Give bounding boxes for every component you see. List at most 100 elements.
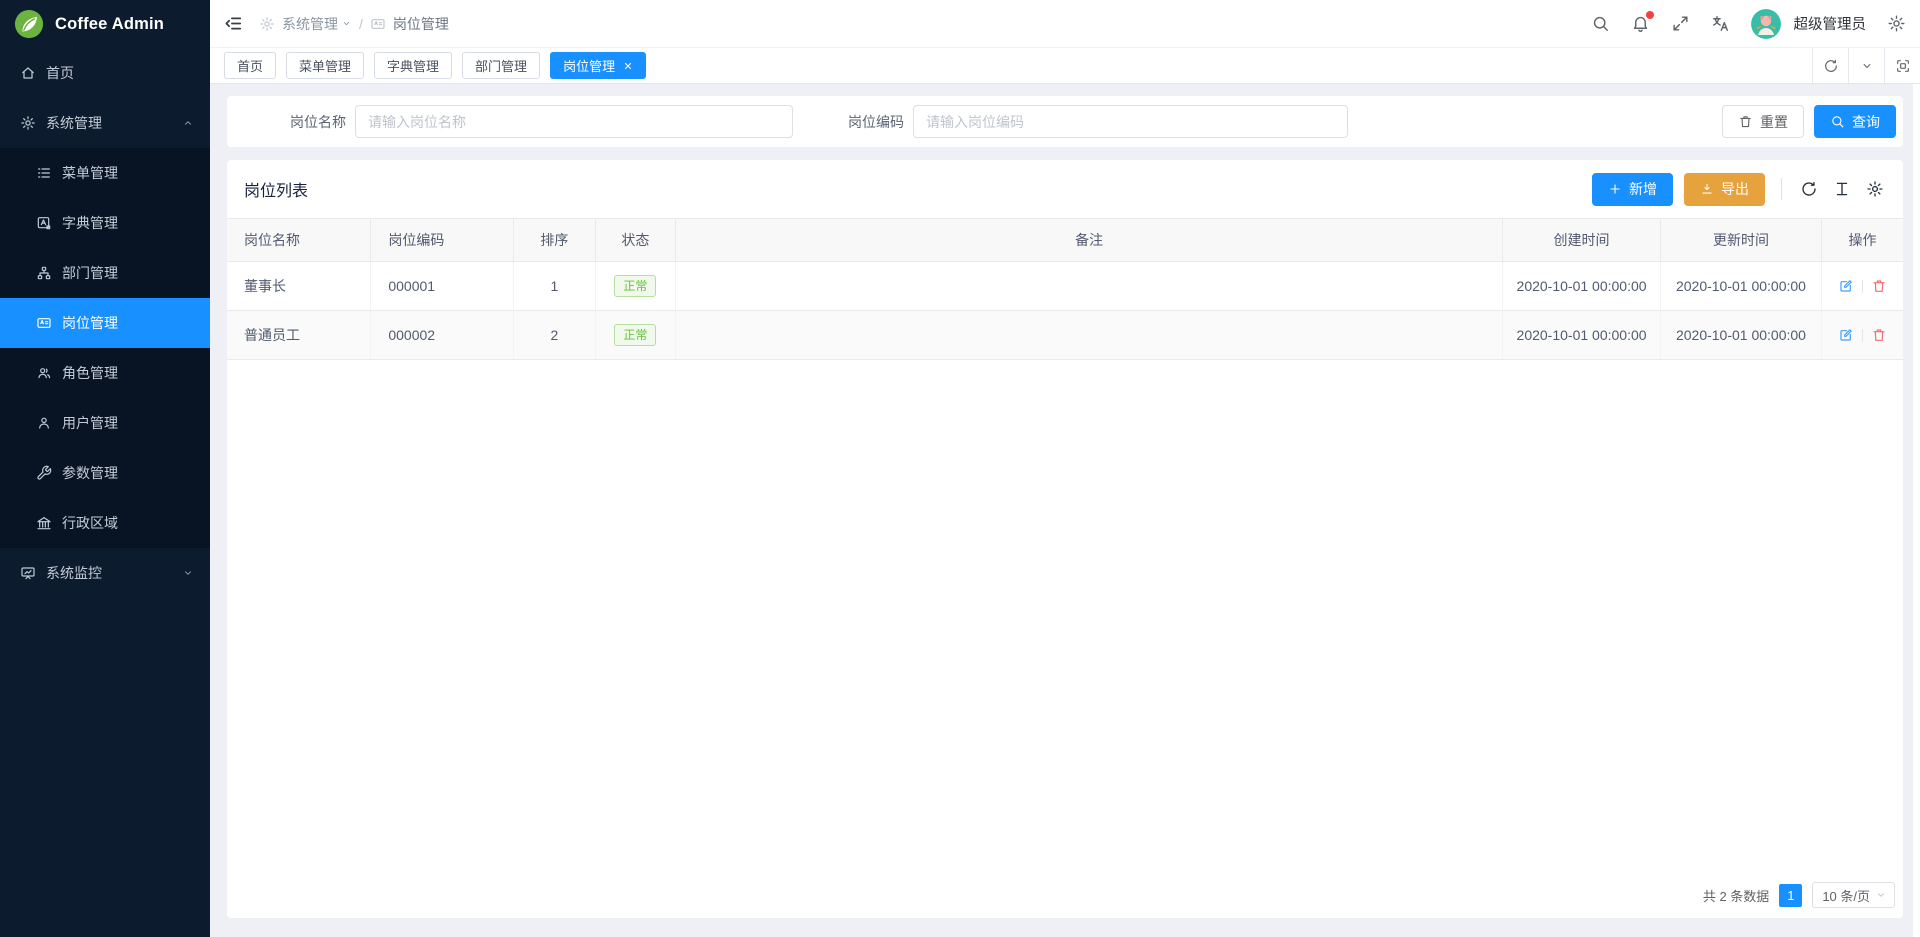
edit-row-button[interactable] bbox=[1838, 278, 1854, 294]
delete-row-button[interactable] bbox=[1871, 278, 1887, 294]
collapse-menu-icon bbox=[224, 14, 243, 33]
sidebar-item-post-management[interactable]: 岗位管理 bbox=[0, 298, 210, 348]
sidebar-item-menu-management[interactable]: 菜单管理 bbox=[0, 148, 210, 198]
column-header-created: 创建时间 bbox=[1503, 219, 1661, 262]
app-title: Coffee Admin bbox=[55, 15, 164, 34]
sidebar-item-label: 系统管理 bbox=[46, 113, 172, 133]
action-divider bbox=[1862, 329, 1863, 342]
status-badge: 正常 bbox=[614, 324, 656, 346]
cell-status: 正常 bbox=[595, 311, 675, 360]
chevron-down-icon bbox=[182, 567, 194, 579]
query-button[interactable]: 查询 bbox=[1814, 105, 1896, 138]
sidebar-item-system-management[interactable]: 系统管理 bbox=[0, 98, 210, 148]
toolbar-divider bbox=[1781, 178, 1782, 200]
notifications-bell-icon[interactable] bbox=[1631, 14, 1650, 33]
gear-icon bbox=[1866, 180, 1884, 198]
reset-button[interactable]: 重置 bbox=[1722, 105, 1804, 138]
post-code-label: 岗位编码 bbox=[848, 112, 904, 132]
row-height-button[interactable] bbox=[1831, 180, 1853, 198]
user-icon bbox=[36, 415, 52, 431]
sidebar-item-dept-management[interactable]: 部门管理 bbox=[0, 248, 210, 298]
sidebar-submenu-system: 菜单管理 字典管理 部门管理 岗位管理 角色管理 bbox=[0, 148, 210, 548]
page-1-button[interactable]: 1 bbox=[1779, 884, 1802, 907]
cell-updated: 2020-10-01 00:00:00 bbox=[1661, 262, 1822, 311]
sidebar-item-label: 部门管理 bbox=[62, 263, 194, 283]
add-button-label: 新增 bbox=[1629, 179, 1657, 199]
sidebar-item-label: 首页 bbox=[46, 63, 194, 83]
tabs-bar: 首页 菜单管理 字典管理 部门管理 岗位管理 bbox=[210, 48, 1920, 84]
column-header-status: 状态 bbox=[595, 219, 675, 262]
tab-post-management[interactable]: 岗位管理 bbox=[550, 52, 646, 79]
settings-gear-icon[interactable] bbox=[1887, 14, 1906, 33]
column-header-sort: 排序 bbox=[514, 219, 595, 262]
breadcrumb-section[interactable]: 系统管理 bbox=[282, 14, 352, 34]
page-size-value: 10 条/页 bbox=[1822, 886, 1870, 905]
post-name-input[interactable] bbox=[355, 105, 793, 138]
scrollbar-track[interactable] bbox=[1913, 84, 1920, 937]
export-button[interactable]: 导出 bbox=[1684, 173, 1765, 206]
app-logo[interactable]: Coffee Admin bbox=[0, 0, 210, 48]
breadcrumb-separator: / bbox=[359, 16, 363, 32]
user-name[interactable]: 超级管理员 bbox=[1794, 13, 1867, 34]
maximize-content-button[interactable] bbox=[1884, 48, 1920, 83]
tab-menu-management[interactable]: 菜单管理 bbox=[286, 52, 364, 79]
delete-row-button[interactable] bbox=[1871, 327, 1887, 343]
cell-remark bbox=[676, 311, 1503, 360]
cell-created: 2020-10-01 00:00:00 bbox=[1503, 262, 1661, 311]
sidebar-item-home[interactable]: 首页 bbox=[0, 48, 210, 98]
table-header-row: 岗位名称 岗位编码 排序 状态 备注 创建时间 更新时间 操作 bbox=[227, 219, 1903, 262]
sidebar-item-admin-region[interactable]: 行政区域 bbox=[0, 498, 210, 548]
cell-actions bbox=[1821, 262, 1903, 311]
app-root: Coffee Admin 首页 系统管理 菜单管理 字典管理 bbox=[0, 0, 1920, 937]
tab-home[interactable]: 首页 bbox=[224, 52, 276, 79]
column-header-post-code: 岗位编码 bbox=[371, 219, 514, 262]
post-code-input[interactable] bbox=[913, 105, 1348, 138]
sidebar-item-param-management[interactable]: 参数管理 bbox=[0, 448, 210, 498]
org-tree-icon bbox=[36, 265, 52, 281]
tab-label: 字典管理 bbox=[387, 56, 439, 75]
sidebar-item-label: 岗位管理 bbox=[62, 313, 194, 333]
translate-icon[interactable] bbox=[1711, 14, 1730, 33]
cell-created: 2020-10-01 00:00:00 bbox=[1503, 311, 1661, 360]
sidebar-item-user-management[interactable]: 用户管理 bbox=[0, 398, 210, 448]
sidebar-collapse-toggle[interactable] bbox=[224, 14, 243, 33]
dictionary-icon bbox=[36, 215, 52, 231]
monitor-icon bbox=[20, 565, 36, 581]
sidebar-item-label: 菜单管理 bbox=[62, 163, 194, 183]
tabbar-controls bbox=[1812, 48, 1920, 83]
refresh-table-button[interactable] bbox=[1798, 180, 1820, 198]
refresh-icon bbox=[1823, 58, 1839, 74]
fullscreen-icon[interactable] bbox=[1671, 14, 1690, 33]
column-header-remark: 备注 bbox=[676, 219, 1503, 262]
search-actions: 重置 查询 bbox=[1722, 105, 1903, 138]
close-icon[interactable] bbox=[623, 61, 633, 71]
column-header-post-name: 岗位名称 bbox=[227, 219, 371, 262]
plus-icon bbox=[1608, 182, 1622, 196]
main-area: 系统管理 / 岗位管理 bbox=[210, 0, 1920, 937]
add-button[interactable]: 新增 bbox=[1592, 173, 1673, 206]
tabs-dropdown-button[interactable] bbox=[1848, 48, 1884, 83]
search-icon[interactable] bbox=[1591, 14, 1610, 33]
edit-icon bbox=[1838, 278, 1854, 294]
column-header-updated: 更新时间 bbox=[1661, 219, 1822, 262]
refresh-tab-button[interactable] bbox=[1812, 48, 1848, 83]
post-list-header: 岗位列表 新增 导出 bbox=[227, 160, 1903, 218]
edit-row-button[interactable] bbox=[1838, 327, 1854, 343]
table-row: 普通员工 000002 2 正常 2020-10-01 00:00:00 202… bbox=[227, 311, 1903, 360]
page-size-select[interactable]: 10 条/页 bbox=[1812, 882, 1895, 908]
sidebar-item-dict-management[interactable]: 字典管理 bbox=[0, 198, 210, 248]
post-name-field-group: 岗位名称 bbox=[290, 105, 793, 138]
tab-dept-management[interactable]: 部门管理 bbox=[462, 52, 540, 79]
tab-dict-management[interactable]: 字典管理 bbox=[374, 52, 452, 79]
sidebar-item-system-monitor[interactable]: 系统监控 bbox=[0, 548, 210, 598]
post-list-card: 岗位列表 新增 导出 bbox=[227, 160, 1903, 918]
gear-icon bbox=[20, 115, 36, 131]
notification-badge-dot bbox=[1646, 11, 1654, 19]
post-name-label: 岗位名称 bbox=[290, 112, 346, 132]
action-divider bbox=[1862, 280, 1863, 293]
column-settings-button[interactable] bbox=[1864, 180, 1886, 198]
cell-sort: 1 bbox=[514, 262, 595, 311]
tab-label: 菜单管理 bbox=[299, 56, 351, 75]
user-avatar[interactable] bbox=[1751, 9, 1781, 39]
sidebar-item-role-management[interactable]: 角色管理 bbox=[0, 348, 210, 398]
